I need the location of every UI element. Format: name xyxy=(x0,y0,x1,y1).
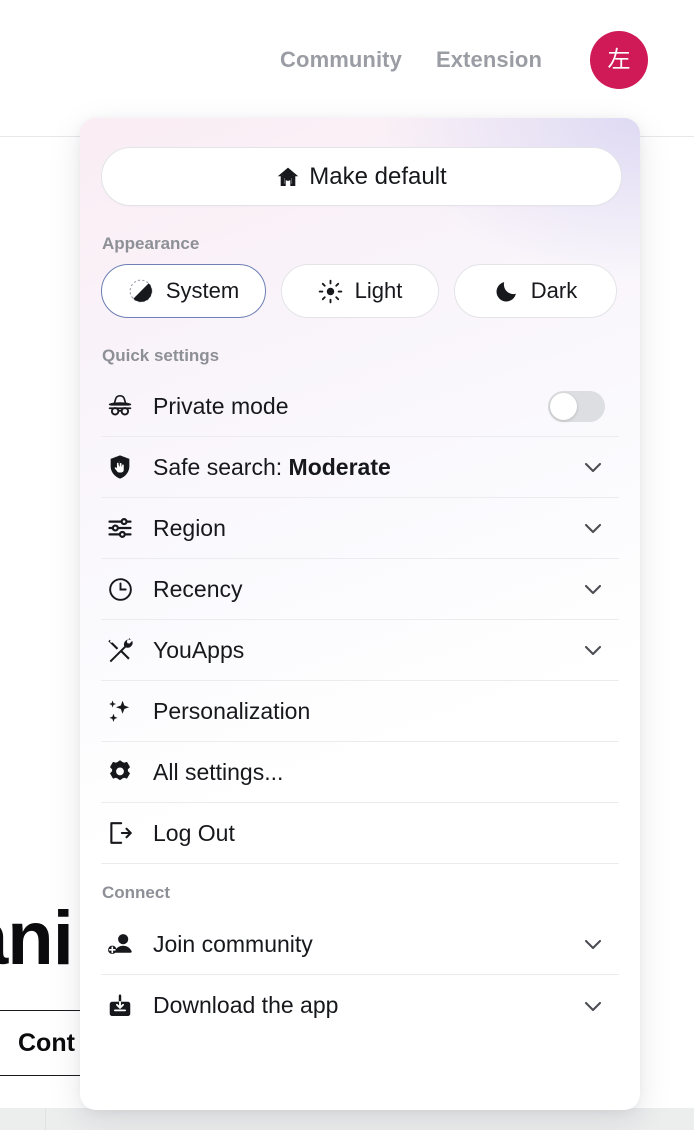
chevron-down-icon[interactable] xyxy=(581,455,619,479)
setting-row-download-app[interactable]: Download the app xyxy=(101,975,619,1036)
app-screen: Community Extension 左 ani Cont xyxy=(0,0,694,1130)
contrast-circle-icon xyxy=(128,278,154,304)
background-card-label: Cont xyxy=(18,1028,75,1057)
setting-row-youapps-label: YouApps xyxy=(153,636,245,663)
setting-row-private-mode-label: Private mode xyxy=(153,392,289,419)
clock-icon xyxy=(101,576,139,603)
setting-row-join-community[interactable]: Join community xyxy=(101,914,619,975)
background-strip-divider xyxy=(45,1108,46,1130)
private-mode-toggle[interactable] xyxy=(548,390,605,422)
appearance-section-label: Appearance xyxy=(102,234,200,253)
setting-row-youapps[interactable]: YouApps xyxy=(101,620,619,681)
setting-row-join-community-label: Join community xyxy=(153,930,313,957)
gear-icon xyxy=(101,758,139,786)
sliders-icon xyxy=(101,514,139,542)
nav-link-community[interactable]: Community xyxy=(280,47,402,73)
chevron-down-icon[interactable] xyxy=(581,994,619,1018)
avatar-initial: 左 xyxy=(607,46,631,73)
setting-row-log-out[interactable]: Log Out xyxy=(101,803,619,864)
nav-link-extension[interactable]: Extension xyxy=(436,47,542,73)
setting-row-safe-search[interactable]: Safe search: Moderate xyxy=(101,437,619,498)
incognito-hat-icon xyxy=(101,391,139,421)
connect-section-label: Connect xyxy=(102,883,170,902)
moon-icon xyxy=(494,279,519,304)
sun-icon xyxy=(318,279,343,304)
chevron-down-icon[interactable] xyxy=(581,638,619,662)
setting-row-recency[interactable]: Recency xyxy=(101,559,619,620)
account-settings-dropdown: Make default Appearance System Light Dar… xyxy=(80,118,640,1110)
chevron-down-icon[interactable] xyxy=(581,932,619,956)
home-icon xyxy=(276,165,300,189)
sparkles-icon xyxy=(101,697,139,725)
appearance-option-dark-label: Dark xyxy=(530,278,578,303)
appearance-options: System Light Dark xyxy=(101,264,619,318)
setting-row-personalization-label: Personalization xyxy=(153,697,311,724)
background-heading: ani xyxy=(0,896,74,981)
setting-row-region[interactable]: Region xyxy=(101,498,619,559)
quick-settings-section-label: Quick settings xyxy=(102,346,220,365)
appearance-option-dark[interactable]: Dark xyxy=(454,264,617,318)
background-bottom-strip xyxy=(0,1108,694,1130)
connect-list: Join community Download the app xyxy=(101,914,619,1036)
setting-row-all-settings-label: All settings... xyxy=(153,758,284,785)
setting-row-private-mode[interactable]: Private mode xyxy=(101,376,619,437)
quick-settings-list: Private mode Safe search: Moderate Regio… xyxy=(101,376,619,864)
setting-row-download-app-label: Download the app xyxy=(153,992,339,1018)
person-add-icon xyxy=(101,930,139,959)
setting-row-region-label: Region xyxy=(153,514,226,541)
page-header: Community Extension 左 xyxy=(0,0,694,137)
setting-row-safe-search-label: Safe search: Moderate xyxy=(153,453,391,480)
header-nav: Community Extension 左 xyxy=(0,31,694,89)
shield-hand-icon xyxy=(101,453,139,481)
setting-row-personalization[interactable]: Personalization xyxy=(101,681,619,742)
setting-row-all-settings[interactable]: All settings... xyxy=(101,742,619,803)
make-default-button[interactable]: Make default xyxy=(101,147,622,206)
appearance-option-light[interactable]: Light xyxy=(281,264,439,318)
chevron-down-icon[interactable] xyxy=(581,516,619,540)
logout-icon xyxy=(101,819,139,847)
setting-row-recency-label: Recency xyxy=(153,575,243,602)
appearance-option-system-label: System xyxy=(165,278,240,303)
appearance-option-system[interactable]: System xyxy=(101,264,266,318)
chevron-down-icon[interactable] xyxy=(581,577,619,601)
tools-icon xyxy=(101,636,139,664)
appearance-option-light-label: Light xyxy=(354,278,403,303)
toggle-knob xyxy=(550,392,577,420)
setting-row-log-out-label: Log Out xyxy=(153,819,235,846)
avatar[interactable]: 左 xyxy=(590,31,648,89)
make-default-label: Make default xyxy=(309,162,447,190)
download-box-icon xyxy=(101,992,139,1020)
